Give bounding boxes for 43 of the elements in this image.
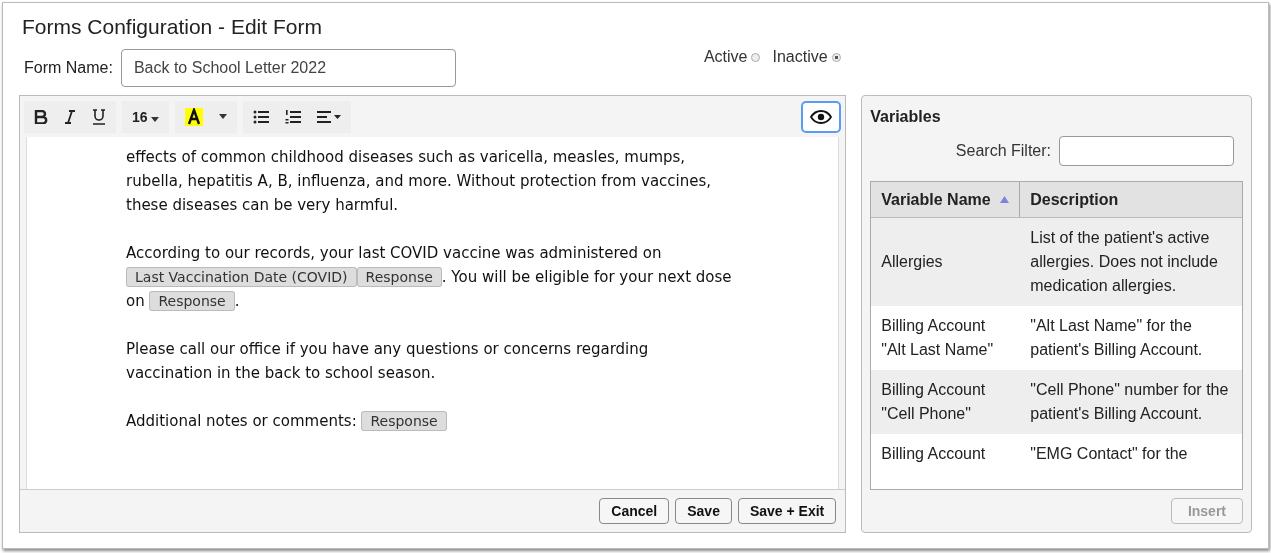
caret-icon[interactable] bbox=[219, 114, 228, 119]
table-cell-text: "Cell Phone" number for the patient's Billing Account. bbox=[1029, 380, 1230, 424]
table-cell-text: Billing Account "Alt Last Name" bbox=[880, 316, 995, 360]
caret-icon bbox=[151, 116, 160, 122]
status-label: Active bbox=[703, 48, 748, 66]
bullet-list-icon[interactable] bbox=[253, 109, 270, 124]
table-cell-text: List of the patient's active allergies. Does not include medication allergies. bbox=[1029, 228, 1219, 296]
sort-ascending-icon bbox=[1000, 196, 1010, 203]
bold-icon[interactable] bbox=[34, 109, 48, 124]
variable-chip[interactable]: Response bbox=[361, 411, 447, 431]
table-cell-text: Billing Account "Cell Phone" bbox=[880, 380, 987, 424]
panel-title: Variables bbox=[870, 108, 942, 126]
table-cell-text: "EMG Contact" for the bbox=[1029, 444, 1189, 464]
column-header[interactable]: Description bbox=[1020, 182, 1242, 217]
status-label: Inactive bbox=[772, 48, 828, 66]
eye-icon bbox=[810, 109, 833, 124]
underline-icon[interactable] bbox=[92, 108, 106, 125]
column-header[interactable]: Variable Name bbox=[871, 182, 1021, 217]
letter-paragraph: Please call our office if you have any questions or concerns regarding vaccination in the back to school season. bbox=[126, 339, 650, 384]
letter-paragraph: effects of common childhood diseases such as varicella, measles, mumps, rubella, hepatitis A, B, influenza, and more. Without protection from vaccines, these diseases can be very harmful. bbox=[126, 147, 713, 216]
footer-button[interactable]: Save bbox=[675, 498, 732, 524]
table-cell-text: Allergies bbox=[880, 252, 944, 272]
highlight-color-icon[interactable] bbox=[185, 107, 204, 126]
table-cell-text: Billing Account bbox=[880, 444, 987, 464]
variable-chip[interactable]: Response bbox=[356, 267, 442, 287]
search-filter-label: Search Filter: bbox=[955, 142, 1051, 160]
search-filter-field[interactable] bbox=[1059, 136, 1234, 166]
align-dropdown-icon[interactable] bbox=[317, 110, 342, 123]
form-name-label: Form Name: bbox=[24, 59, 113, 77]
variable-chip[interactable]: Response bbox=[149, 291, 235, 311]
letter-paragraph: Additional notes or comments: Response bbox=[126, 409, 739, 433]
radio-button[interactable] bbox=[831, 52, 841, 62]
numbered-list-icon[interactable] bbox=[285, 109, 302, 124]
page-title: Forms Configuration - Edit Form bbox=[22, 15, 323, 39]
table-cell-text: "Alt Last Name" for the patient's Billing Account. bbox=[1029, 316, 1204, 360]
form-name-field[interactable]: Back to School Letter 2022 bbox=[120, 49, 456, 87]
letter-paragraph: According to our records, your last COVID vaccine was administered on Last Vaccination Date (COVID) Response . You will be eligible for your next dose on Response . bbox=[126, 243, 733, 313]
radio-button[interactable] bbox=[751, 52, 761, 62]
footer-button[interactable]: Save + Exit bbox=[737, 498, 837, 524]
variable-chip[interactable]: Last Vaccination Date (COVID) bbox=[126, 267, 357, 287]
footer-button[interactable]: Cancel bbox=[599, 498, 670, 524]
preview-button[interactable] bbox=[801, 100, 842, 133]
italic-icon[interactable] bbox=[64, 109, 76, 124]
